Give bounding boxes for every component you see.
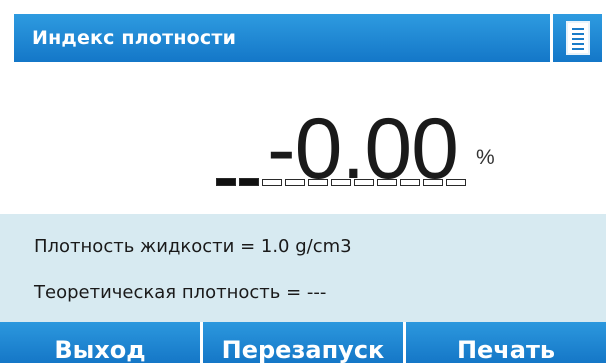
readout-area: -0.00 % bbox=[0, 66, 606, 214]
title-bar: Индекс плотности bbox=[14, 14, 550, 62]
liquid-density-text: Плотность жидкости = 1.0 g/cm3 bbox=[34, 236, 352, 257]
bargraph-segment bbox=[400, 178, 420, 186]
bargraph-segment bbox=[423, 178, 443, 186]
info-panel: Плотность жидкости = 1.0 g/cm3 Теоретиче… bbox=[0, 214, 606, 322]
exit-button[interactable]: Выход bbox=[0, 322, 200, 364]
unit-label: % bbox=[476, 146, 495, 169]
page-title: Индекс плотности bbox=[32, 27, 237, 49]
bargraph-segment bbox=[262, 178, 282, 186]
bargraph-segment bbox=[354, 178, 374, 186]
bargraph-segment bbox=[239, 178, 259, 186]
menu-list-icon bbox=[565, 21, 590, 55]
bargraph bbox=[216, 178, 466, 186]
footer: Выход Перезапуск Печать bbox=[0, 322, 606, 364]
theoretical-density-text: Теоретическая плотность = --- bbox=[34, 282, 327, 303]
bargraph-segment bbox=[308, 178, 328, 186]
menu-button[interactable] bbox=[553, 14, 602, 62]
bargraph-segment bbox=[285, 178, 305, 186]
header: Индекс плотности bbox=[0, 0, 606, 66]
bargraph-segment bbox=[216, 178, 236, 186]
restart-button[interactable]: Перезапуск bbox=[203, 322, 403, 364]
bargraph-segment bbox=[377, 178, 397, 186]
bargraph-segment bbox=[446, 178, 466, 186]
bargraph-segment bbox=[331, 178, 351, 186]
print-button[interactable]: Печать bbox=[406, 322, 606, 364]
